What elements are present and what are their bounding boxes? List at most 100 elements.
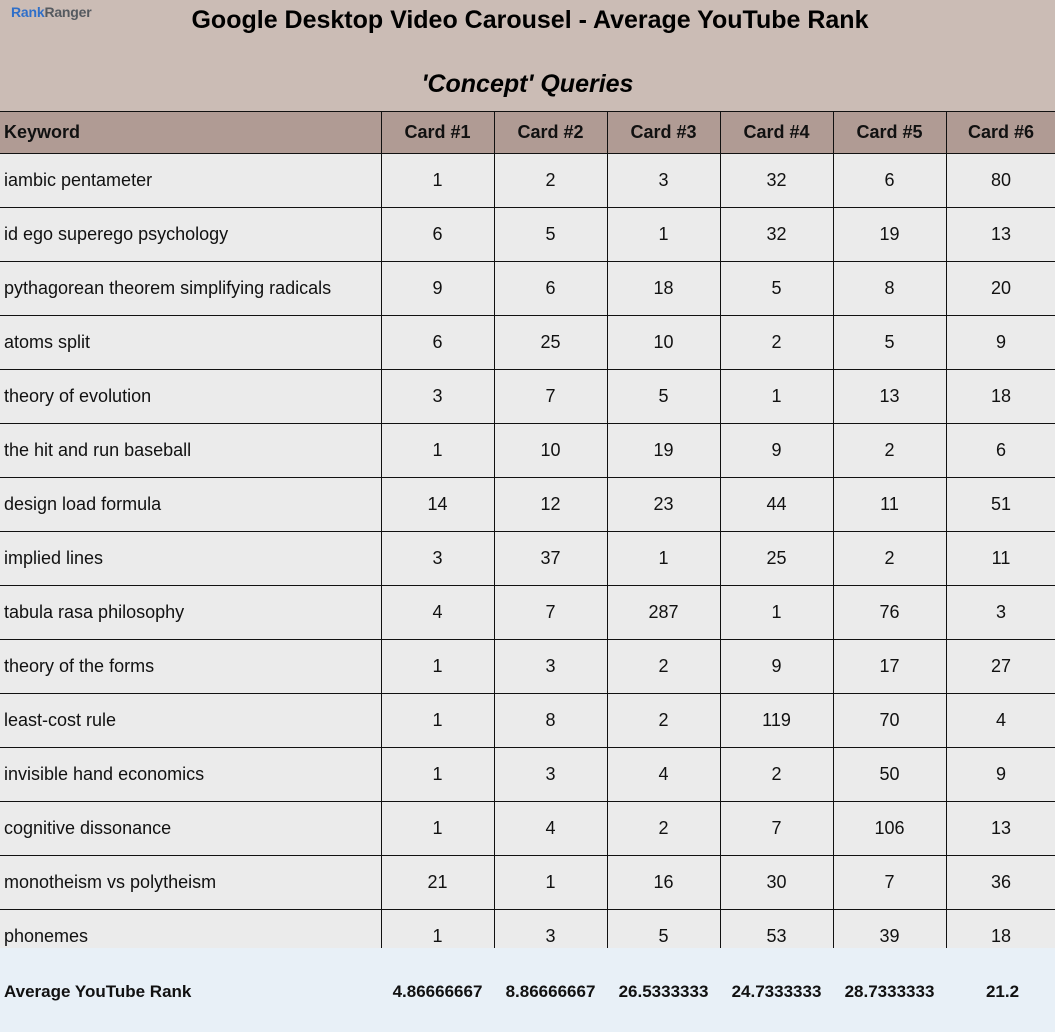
rank-cell-card-3: 23	[606, 477, 721, 532]
rank-cell-card-3: 1	[606, 531, 721, 586]
table-row: the hit and run baseball 1 10 19 9 2 6	[0, 423, 1055, 478]
rank-cell-card-6: 11	[945, 531, 1055, 586]
rank-cell-card-5: 6	[832, 153, 947, 208]
rank-cell-card-4: 5	[719, 261, 834, 316]
rank-cell-card-6: 18	[945, 369, 1055, 424]
rank-cell-card-4: 119	[719, 693, 834, 748]
rank-cell-card-2: 4	[493, 801, 608, 856]
rank-cell-card-5: 5	[832, 315, 947, 370]
table-row: id ego superego psychology 6 5 1 32 19 13	[0, 207, 1055, 262]
rank-cell-card-3: 10	[606, 315, 721, 370]
rank-cell-card-2: 2	[493, 153, 608, 208]
rank-cell-card-1: 6	[380, 315, 495, 370]
rank-cell-card-2: 25	[493, 315, 608, 370]
rank-cell-card-3: 1	[606, 207, 721, 262]
rank-cell-card-3: 2	[606, 639, 721, 694]
keyword-cell: implied lines	[0, 531, 382, 586]
rank-cell-card-6: 36	[945, 855, 1055, 910]
rank-cell-card-5: 50	[832, 747, 947, 802]
rank-cell-card-6: 80	[945, 153, 1055, 208]
table-row: monotheism vs polytheism 21 1 16 30 7 36	[0, 855, 1055, 910]
rank-cell-card-4: 25	[719, 531, 834, 586]
table-row: design load formula 14 12 23 44 11 51	[0, 477, 1055, 532]
rank-cell-card-1: 1	[380, 423, 495, 478]
rank-cell-card-2: 12	[493, 477, 608, 532]
rank-cell-card-4: 9	[719, 423, 834, 478]
average-value-card-4: 24.7333333	[731, 982, 822, 1001]
column-header-card-5: Card #5	[832, 111, 947, 154]
rank-cell-card-3: 287	[606, 585, 721, 640]
rank-cell-card-6: 13	[945, 801, 1055, 856]
average-value-card-5: 28.7333333	[844, 982, 935, 1001]
table-row: invisible hand economics 1 3 4 2 50 9	[0, 747, 1055, 802]
rank-cell-card-1: 14	[380, 477, 495, 532]
rank-cell-card-2: 3	[493, 639, 608, 694]
column-header-keyword: Keyword	[0, 111, 382, 154]
rank-cell-card-5: 8	[832, 261, 947, 316]
keyword-cell: pythagorean theorem simplifying radicals	[0, 261, 382, 316]
keyword-cell: theory of evolution	[0, 369, 382, 424]
rank-cell-card-6: 20	[945, 261, 1055, 316]
average-value-card-1: 4.86666667	[392, 982, 483, 1001]
report-header: RankRanger Google Desktop Video Carousel…	[0, 0, 1055, 111]
keyword-cell: the hit and run baseball	[0, 423, 382, 478]
rank-cell-card-4: 32	[719, 153, 834, 208]
column-header-card-4: Card #4	[719, 111, 834, 154]
rank-cell-card-1: 4	[380, 585, 495, 640]
table-row: iambic pentameter 1 2 3 32 6 80	[0, 153, 1055, 208]
column-header-card-2: Card #2	[493, 111, 608, 154]
rank-cell-card-5: 7	[832, 855, 947, 910]
table-header-row: Keyword Card #1 Card #2 Card #3 Card #4 Card …	[0, 111, 1055, 154]
rank-cell-card-6: 3	[945, 585, 1055, 640]
average-value-card-3: 26.5333333	[618, 982, 709, 1001]
rank-cell-card-1: 3	[380, 369, 495, 424]
rank-cell-card-2: 8	[493, 693, 608, 748]
rank-cell-card-5: 76	[832, 585, 947, 640]
keyword-cell: design load formula	[0, 477, 382, 532]
rank-cell-card-4: 44	[719, 477, 834, 532]
rank-cell-card-4: 1	[719, 369, 834, 424]
keyword-cell: tabula rasa philosophy	[0, 585, 382, 640]
rank-cell-card-4: 32	[719, 207, 834, 262]
keyword-cell: atoms split	[0, 315, 382, 370]
rank-cell-card-6: 13	[945, 207, 1055, 262]
rank-cell-card-4: 2	[719, 747, 834, 802]
rank-cell-card-3: 16	[606, 855, 721, 910]
rank-cell-card-2: 37	[493, 531, 608, 586]
column-header-card-1: Card #1	[380, 111, 495, 154]
rank-cell-card-1: 9	[380, 261, 495, 316]
rank-cell-card-6: 6	[945, 423, 1055, 478]
rank-cell-card-4: 30	[719, 855, 834, 910]
rank-cell-card-3: 3	[606, 153, 721, 208]
rank-cell-card-4: 7	[719, 801, 834, 856]
rank-cell-card-2: 3	[493, 747, 608, 802]
table-row: tabula rasa philosophy 4 7 287 1 76 3	[0, 585, 1055, 640]
rank-cell-card-6: 27	[945, 639, 1055, 694]
table-row: pythagorean theorem simplifying radicals…	[0, 261, 1055, 316]
rank-cell-card-1: 3	[380, 531, 495, 586]
rank-cell-card-6: 9	[945, 747, 1055, 802]
table-row: theory of the forms 1 3 2 9 17 27	[0, 639, 1055, 694]
keyword-cell: iambic pentameter	[0, 153, 382, 208]
rank-cell-card-5: 106	[832, 801, 947, 856]
rank-cell-card-5: 2	[832, 531, 947, 586]
rank-cell-card-4: 2	[719, 315, 834, 370]
keyword-cell: least-cost rule	[0, 693, 382, 748]
rank-cell-card-3: 18	[606, 261, 721, 316]
keyword-cell: theory of the forms	[0, 639, 382, 694]
rank-cell-card-1: 6	[380, 207, 495, 262]
keyword-cell: id ego superego psychology	[0, 207, 382, 262]
table-row: theory of evolution 3 7 5 1 13 18	[0, 369, 1055, 424]
keyword-cell: monotheism vs polytheism	[0, 855, 382, 910]
rank-cell-card-3: 2	[606, 801, 721, 856]
table-row: least-cost rule 1 8 2 119 70 4	[0, 693, 1055, 748]
rank-cell-card-4: 1	[719, 585, 834, 640]
rank-cell-card-2: 7	[493, 585, 608, 640]
rank-cell-card-1: 1	[380, 801, 495, 856]
rank-cell-card-2: 6	[493, 261, 608, 316]
report-subtitle: 'Concept' Queries	[421, 70, 634, 98]
rank-cell-card-1: 1	[380, 747, 495, 802]
rank-cell-card-1: 1	[380, 153, 495, 208]
column-header-card-6: Card #6	[945, 111, 1055, 154]
rank-cell-card-2: 5	[493, 207, 608, 262]
